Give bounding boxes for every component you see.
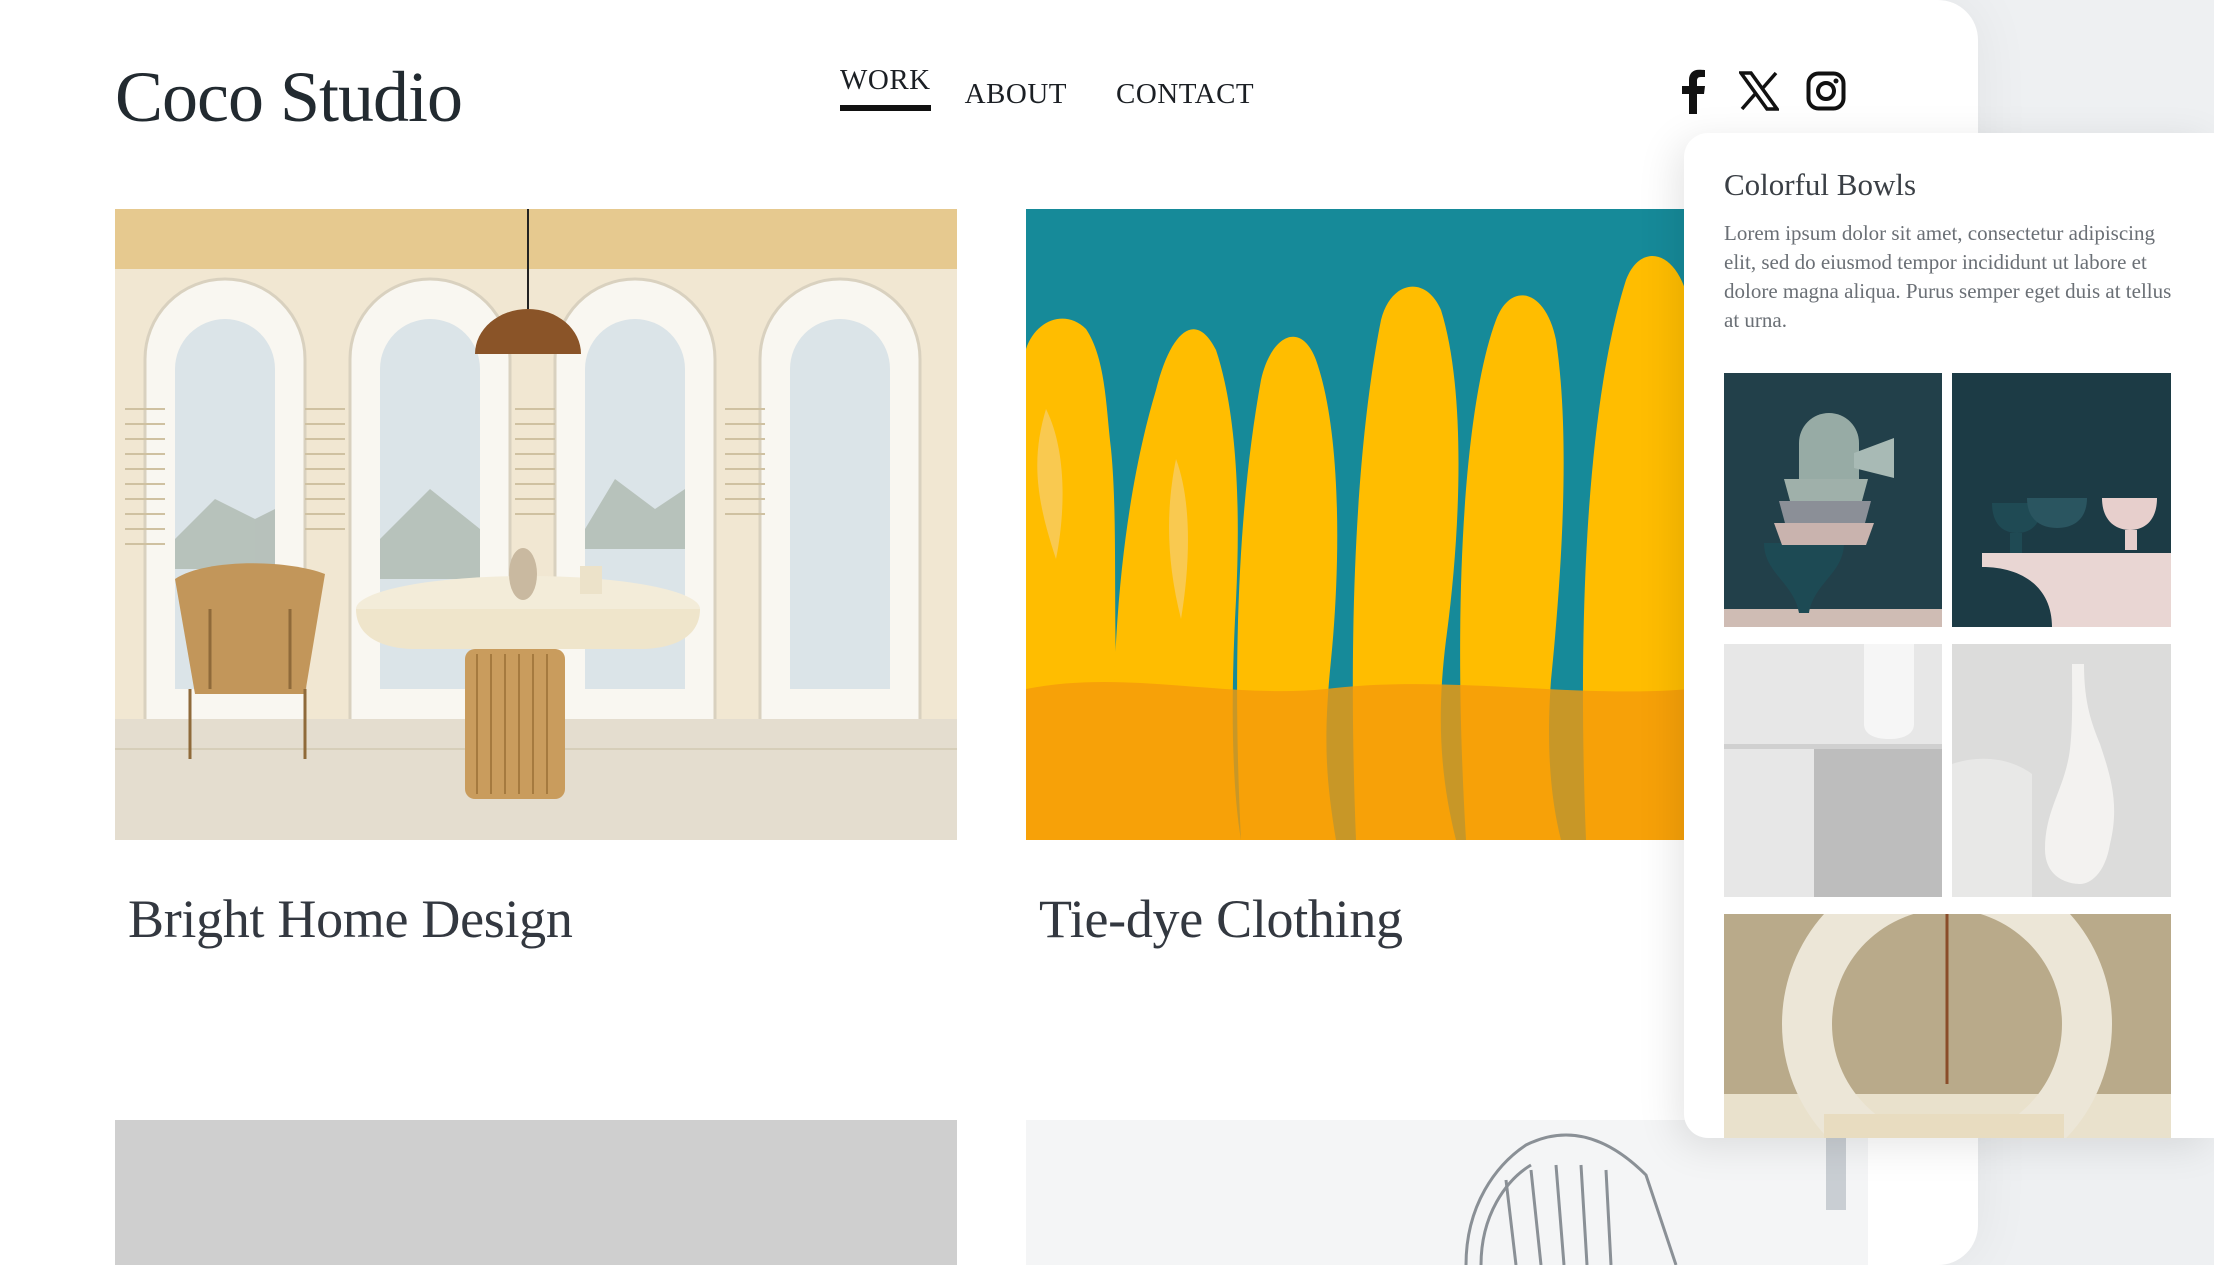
panel-description: Lorem ipsum dolor sit amet, consectetur … — [1724, 221, 2172, 332]
project-image-tie-dye[interactable] — [1026, 209, 1690, 840]
nav-about-link[interactable]: ABOUT — [965, 78, 1067, 111]
social-links — [1671, 68, 1847, 114]
project-image-bright-home[interactable] — [115, 209, 957, 840]
gallery-image[interactable] — [1952, 373, 2171, 627]
main-nav: WORK ABOUT CONTACT — [840, 64, 1254, 111]
gallery-image[interactable] — [1724, 373, 1942, 627]
instagram-icon[interactable] — [1805, 68, 1847, 114]
panel-title: Colorful Bowls — [1724, 167, 1917, 202]
gallery-image[interactable] — [1724, 914, 2171, 1138]
gallery-image[interactable] — [1952, 644, 2171, 897]
project-title[interactable]: Bright Home Design — [128, 888, 573, 950]
project-image[interactable] — [115, 1120, 957, 1265]
facebook-icon[interactable] — [1671, 68, 1713, 114]
project-image[interactable] — [1026, 1120, 1868, 1265]
x-icon[interactable] — [1738, 68, 1780, 114]
nav-work-link[interactable]: WORK — [840, 64, 931, 111]
main-page: Coco Studio WORK ABOUT CONTACT Bright Ho… — [0, 0, 1978, 1265]
detail-panel: Colorful Bowls Lorem ipsum dolor sit ame… — [1684, 133, 2214, 1138]
nav-contact-link[interactable]: CONTACT — [1116, 78, 1254, 111]
project-title[interactable]: Tie-dye Clothing — [1039, 888, 1403, 950]
brand-logo[interactable]: Coco Studio — [115, 56, 463, 139]
gallery-image[interactable] — [1724, 644, 1942, 897]
